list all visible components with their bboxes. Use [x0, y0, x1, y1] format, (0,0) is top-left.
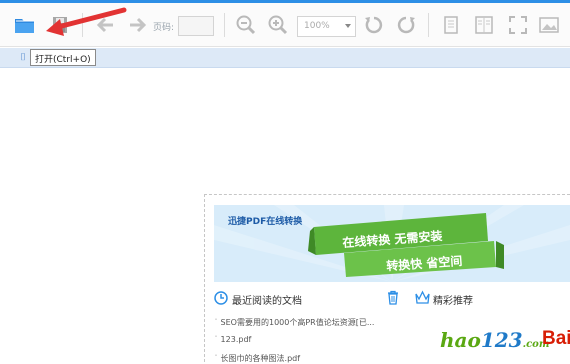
fullscreen-button[interactable]: [505, 12, 531, 38]
chevron-down-icon: [345, 24, 351, 28]
banner-title: 迅捷PDF在线转换: [228, 217, 303, 227]
zoom-in-icon: [268, 15, 288, 35]
featured-recommendations-label[interactable]: 精彩推荐: [433, 292, 473, 307]
zoom-out-button[interactable]: [233, 12, 259, 38]
two-page-icon: [475, 16, 493, 34]
recent-file-item[interactable]: ˙ 长图巾的各种图法.pdf: [214, 353, 300, 364]
recent-documents-title: 最近阅读的文档: [232, 296, 302, 307]
single-page-icon: [444, 16, 458, 34]
image-view-button[interactable]: [537, 12, 563, 38]
open-folder-icon: [15, 19, 34, 33]
zoom-out-icon: [236, 15, 256, 35]
two-page-button[interactable]: [471, 12, 497, 38]
hao123-watermark-logo: hao123.com: [440, 328, 550, 352]
crown-icon: [415, 290, 430, 304]
page-number-input[interactable]: [178, 16, 214, 36]
page-number-label: 页码:: [153, 23, 175, 33]
tab-marker-icon: ⌷: [20, 52, 26, 63]
rotate-right-button[interactable]: [393, 12, 419, 38]
zoom-in-button[interactable]: [265, 12, 291, 38]
recent-file-item[interactable]: ˙ 123.pdf: [214, 335, 251, 344]
image-icon: [539, 17, 559, 33]
fullscreen-icon: [509, 16, 527, 34]
annotation-arrow-icon: [46, 7, 127, 36]
zoom-level-value: 100%: [304, 21, 330, 31]
rotate-left-button[interactable]: [361, 12, 387, 38]
baidu-watermark-logo: Bai: [542, 328, 570, 349]
zoom-level-select[interactable]: 100%: [297, 16, 356, 37]
recent-file-item[interactable]: ˙ SEO需要用的1000个高PR值论坛资源[已...: [214, 317, 374, 328]
trash-icon[interactable]: [386, 290, 400, 305]
rotate-left-icon: [365, 16, 383, 34]
clock-icon: [214, 291, 228, 305]
open-tooltip: 打开(Ctrl+O): [30, 49, 96, 66]
open-folder-button[interactable]: [12, 12, 38, 38]
recent-file-name: SEO需要用的1000个高PR值论坛资源[已...: [220, 318, 375, 327]
single-page-button[interactable]: [438, 12, 464, 38]
toolbar-divider: [428, 13, 429, 37]
rotate-right-icon: [397, 16, 415, 34]
toolbar-divider: [224, 13, 225, 37]
recent-file-name: 123.pdf: [220, 335, 252, 344]
